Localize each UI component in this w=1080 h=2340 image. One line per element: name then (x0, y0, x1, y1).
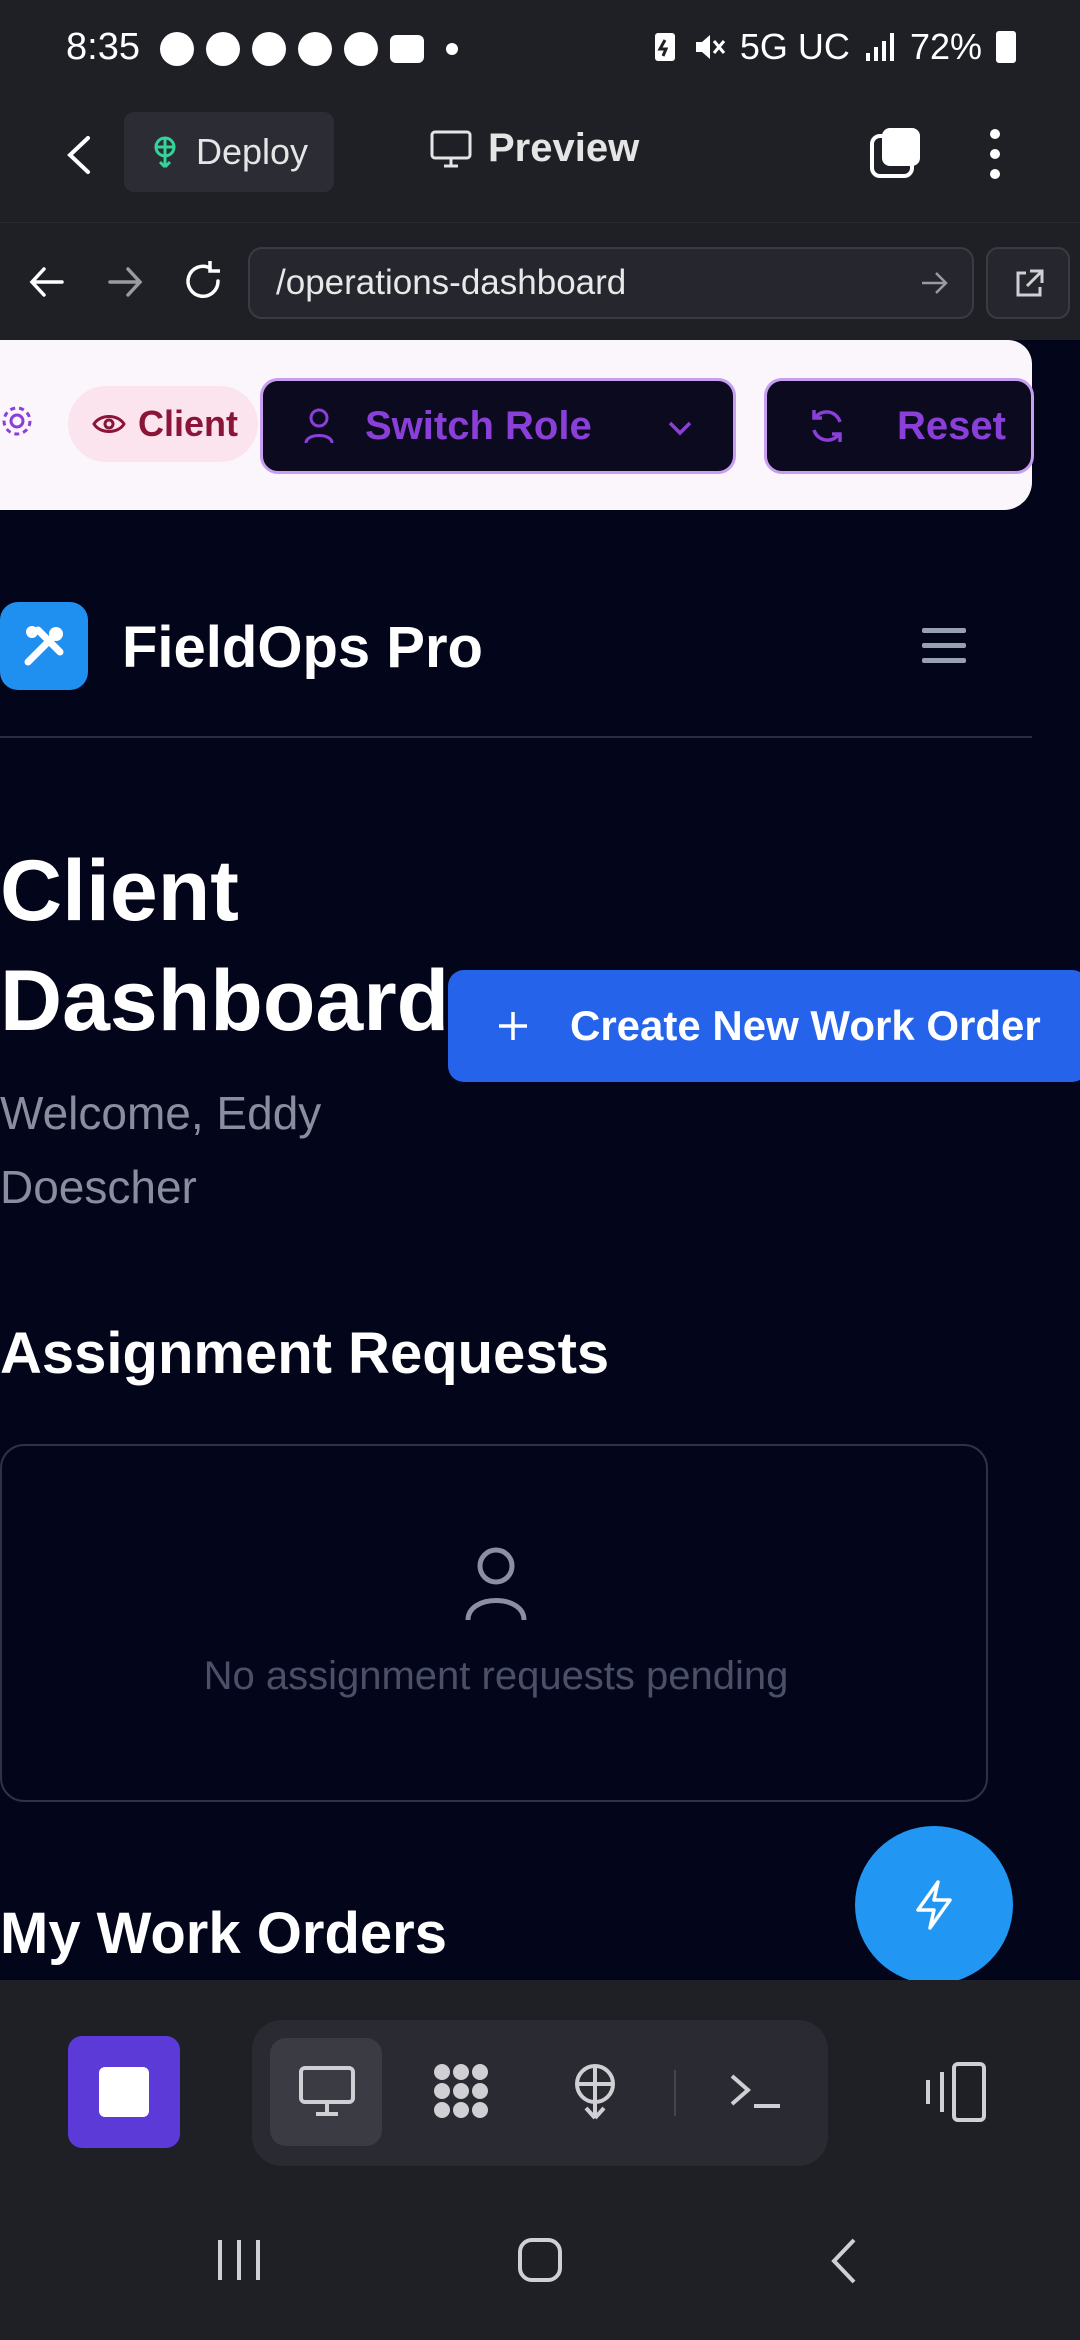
network-type: 5G UC (739, 26, 850, 67)
deploy-tool-button[interactable] (538, 2038, 650, 2146)
browser-back-icon[interactable] (24, 259, 70, 305)
url-row: /operations-dashboard (0, 222, 1080, 340)
terminal-icon (730, 2074, 780, 2108)
switch-role-button[interactable]: Switch Role (260, 378, 736, 474)
home-icon[interactable] (516, 2236, 564, 2284)
switch-role-label: Switch Role (365, 403, 592, 448)
my-work-orders-heading: My Work Orders (0, 1901, 447, 1966)
preview-tab[interactable]: Preview (430, 126, 639, 171)
reload-icon[interactable] (180, 259, 226, 305)
more-options-icon[interactable] (980, 124, 1010, 184)
deploy-icon (154, 136, 176, 169)
assignment-requests-card: No assignment requests pending (0, 1444, 988, 1802)
preview-tool-button[interactable] (270, 2038, 382, 2146)
recent-apps-icon[interactable] (216, 2238, 262, 2282)
signal-icon (865, 33, 894, 61)
user-icon (465, 1547, 527, 1621)
open-external-button[interactable] (986, 247, 1070, 319)
role-badge-label: Client (138, 403, 239, 444)
grid-cluster-icon (434, 2064, 488, 2118)
notification-icons (160, 32, 458, 66)
tool-group (252, 2020, 828, 2166)
workflows-tool-button[interactable] (404, 2038, 516, 2146)
tabs-switcher-icon[interactable] (868, 124, 924, 180)
app-header: FieldOps Pro (0, 602, 1032, 738)
quick-action-button[interactable] (855, 1826, 1013, 1980)
deploy-icon (575, 2064, 615, 2120)
current-role-badge: Client (68, 386, 258, 462)
chat-notification-icon (160, 32, 194, 66)
reset-button[interactable]: Reset (764, 378, 1034, 474)
battery-saver-icon (654, 33, 675, 61)
messenger-notification-icon (298, 32, 332, 66)
empty-state-text: No assignment requests pending (203, 1654, 789, 1698)
create-work-order-button[interactable]: Create New Work Order (448, 970, 1080, 1082)
mute-icon (695, 35, 726, 59)
panels-icon[interactable] (920, 2060, 990, 2124)
url-input[interactable]: /operations-dashboard (248, 247, 974, 319)
role-switcher-bar: Client Switch Role Reset (0, 340, 1034, 510)
preview-label: Preview (488, 126, 640, 170)
battery-percent: 72% (909, 26, 982, 67)
app-title: FieldOps Pro (122, 615, 483, 680)
messenger-notification-icon (206, 32, 240, 66)
messenger-notification-icon (344, 32, 378, 66)
refresh-icon (812, 410, 842, 442)
menu-icon[interactable] (922, 626, 966, 666)
deploy-button[interactable]: Deploy (124, 112, 334, 192)
lightning-icon (916, 1880, 952, 1930)
settings-gear-icon[interactable] (0, 404, 34, 438)
system-back-icon[interactable] (826, 2236, 862, 2286)
tools-icon (24, 626, 64, 666)
page-title: Client Dashboard (0, 843, 450, 1049)
stop-button[interactable] (68, 2036, 180, 2148)
more-notifications-dot-icon (446, 43, 458, 55)
app-logo[interactable] (0, 602, 88, 690)
plus-icon (499, 1012, 527, 1040)
wallet-notification-icon (390, 35, 424, 63)
shell-tool-button[interactable] (698, 2038, 810, 2146)
messenger-notification-icon (252, 32, 286, 66)
external-link-icon (1016, 269, 1044, 297)
monitor-icon (299, 2066, 355, 2116)
status-indicators: 5G UC 72% (652, 26, 1016, 68)
web-page: Client Switch Role Reset FieldOps Pro Cl… (0, 340, 1080, 1980)
monitor-icon (430, 130, 472, 167)
top-navigation: Deploy Preview (0, 104, 1080, 222)
bottom-toolbar (0, 1980, 1080, 2196)
system-navigation-bar (0, 2180, 1080, 2340)
deploy-label: Deploy (196, 131, 309, 172)
assignment-requests-heading: Assignment Requests (0, 1321, 610, 1386)
create-work-order-label: Create New Work Order (570, 1002, 1041, 1049)
user-icon (304, 408, 334, 444)
battery-icon (996, 31, 1016, 63)
chevron-down-icon (668, 421, 692, 436)
status-time: 8:35 (66, 26, 140, 68)
toolbar-divider (674, 2070, 676, 2116)
browser-forward-icon[interactable] (102, 259, 148, 305)
welcome-message: Welcome, Eddy Doescher (0, 1087, 322, 1213)
go-arrow-icon[interactable] (918, 267, 950, 299)
status-bar: 8:35 5G UC 72% (0, 0, 1080, 104)
eye-icon (92, 415, 126, 433)
reset-label: Reset (897, 403, 1006, 448)
back-icon[interactable] (56, 130, 106, 180)
url-text: /operations-dashboard (276, 263, 627, 302)
